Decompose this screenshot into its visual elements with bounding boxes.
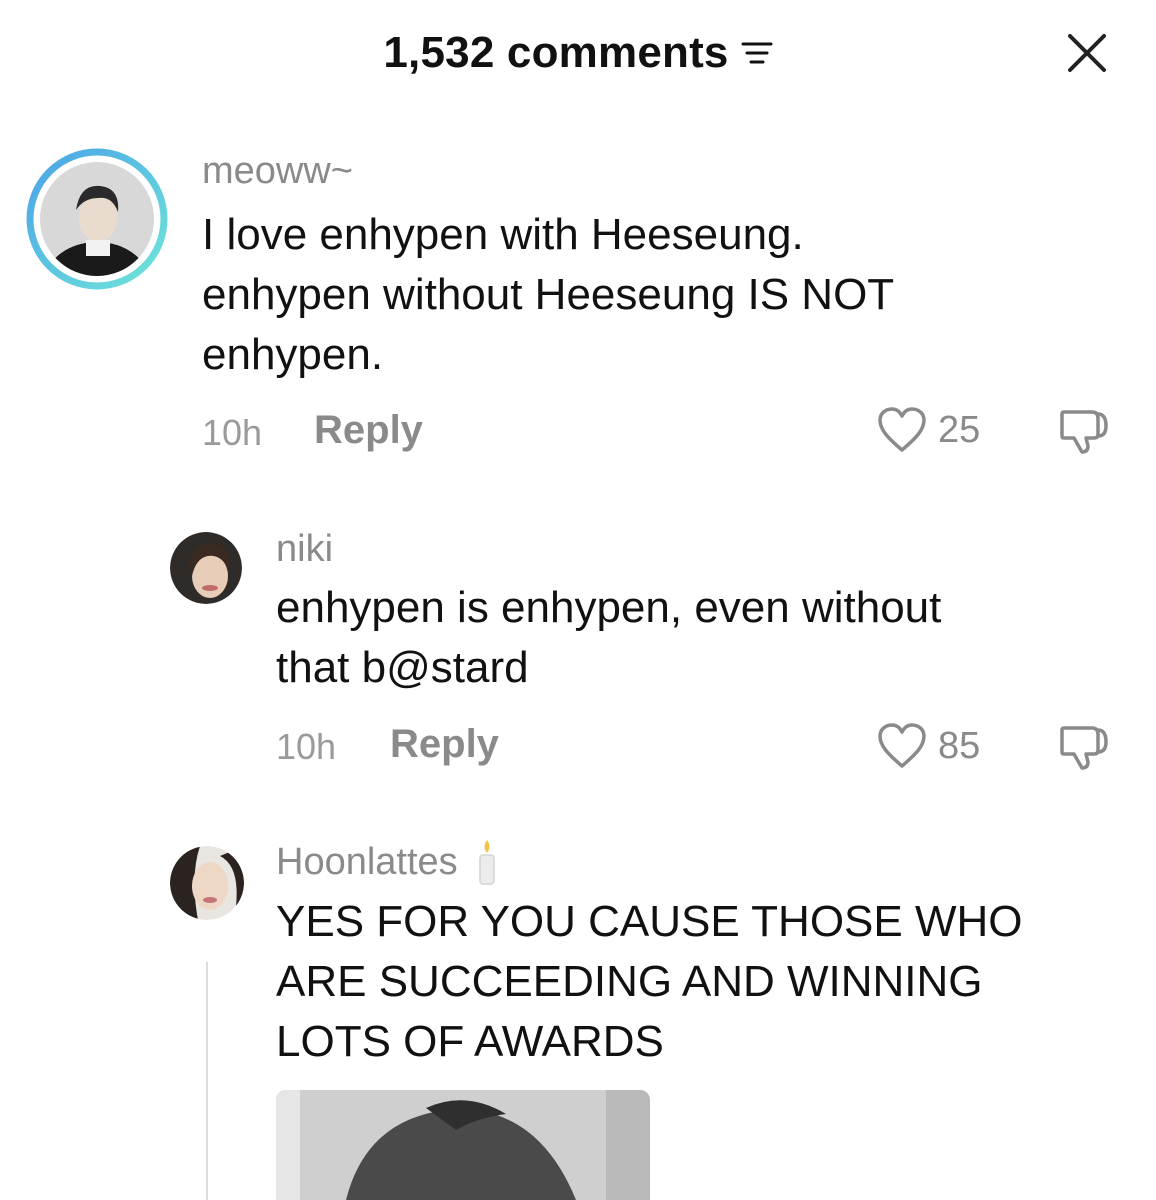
like-button[interactable]: 85 — [876, 722, 980, 770]
heart-icon — [878, 407, 926, 452]
thread-line — [206, 962, 208, 1200]
comment-item: meoww~ I love enhypen with Heeseung. enh… — [0, 0, 1156, 480]
comment-timestamp: 10h — [276, 726, 337, 767]
comment-username[interactable]: niki — [276, 528, 333, 571]
reply-button[interactable]: Reply — [390, 722, 499, 767]
heart-icon — [878, 723, 926, 768]
dislike-icon[interactable] — [1056, 406, 1112, 454]
comment-text-line: ARE SUCCEEDING AND WINNING — [276, 957, 983, 1006]
avatar[interactable] — [26, 148, 168, 290]
comment-media-thumbnail[interactable] — [276, 1090, 650, 1200]
comment-text-line: YES FOR YOU CAUSE THOSE WHO — [276, 897, 1023, 946]
comment-timestamp: 10h — [202, 412, 263, 453]
dislike-icon[interactable] — [1056, 722, 1112, 770]
media-image — [276, 1090, 650, 1200]
like-button[interactable]: 25 — [876, 406, 980, 454]
comment-text-line: I love enhypen with Heeseung. — [202, 210, 804, 259]
comment-username[interactable]: meoww~ — [202, 150, 353, 193]
comment-text-line: enhypen. — [202, 330, 384, 379]
comment-username[interactable]: Hoonlattes — [276, 841, 458, 884]
comment-text-line: LOTS OF AWARDS — [276, 1017, 664, 1066]
like-count: 25 — [938, 408, 981, 451]
avatar[interactable] — [170, 532, 242, 604]
reply-comment-item: niki enhypen is enhypen, even without th… — [0, 480, 1156, 810]
comment-text-line: that b@stard — [276, 643, 529, 692]
like-count: 85 — [938, 724, 981, 767]
avatar[interactable] — [170, 846, 244, 920]
reply-button[interactable]: Reply — [314, 408, 423, 453]
candle-icon — [478, 840, 495, 885]
comment-text-line: enhypen without Heeseung IS NOT — [202, 270, 895, 319]
comment-username-row: Hoonlattes — [276, 838, 500, 886]
comment-text-line: enhypen is enhypen, even without — [276, 583, 942, 632]
